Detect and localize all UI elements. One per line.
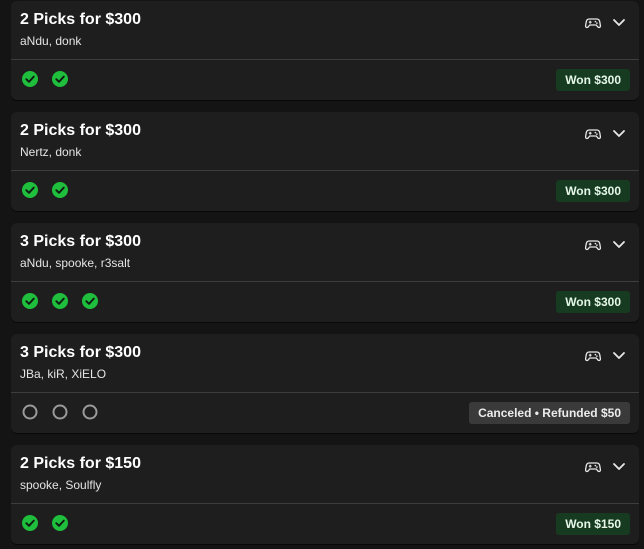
check-circle-icon [52,293,68,309]
entry-title: 2 Picks for $150 [20,455,141,472]
empty-circle-icon [52,404,68,420]
status-badge: Canceled • Refunded $50 [469,402,630,424]
entry-title: 3 Picks for $300 [20,233,141,250]
entry-header[interactable]: 2 Picks for $300 aNdu, donk [11,1,639,60]
empty-circle-icon [22,404,38,420]
chevron-down-icon[interactable] [611,14,627,30]
check-circle-icon [22,293,38,309]
entry-title: 2 Picks for $300 [20,11,141,28]
entry-card[interactable]: 2 Picks for $300 aNdu, donk Won $300 [11,1,639,100]
check-circle-icon [22,515,38,531]
entry-players: aNdu, spooke, r3salt [20,256,131,270]
check-circle-icon [52,515,68,531]
chevron-down-icon[interactable] [611,236,627,252]
check-circle-icon [52,71,68,87]
gamepad-icon [585,129,601,140]
entry-footer: Won $300 [11,171,639,211]
check-circle-icon [82,293,98,309]
chevron-down-icon[interactable] [611,347,627,363]
entry-players: Nertz, donk [20,145,82,159]
entry-header[interactable]: 2 Picks for $300 Nertz, donk [11,112,639,171]
entry-card[interactable]: 3 Picks for $300 aNdu, spooke, r3salt Wo… [11,223,639,322]
entry-footer: Canceled • Refunded $50 [11,393,639,433]
gamepad-icon [585,240,601,251]
check-circle-icon [22,71,38,87]
entry-footer: Won $300 [11,282,639,322]
entry-header[interactable]: 2 Picks for $150 spooke, Soulfly [11,445,639,504]
entry-card[interactable]: 2 Picks for $300 Nertz, donk Won $300 [11,112,639,211]
entry-players: spooke, Soulfly [20,478,102,492]
gamepad-icon [585,18,601,29]
status-badge: Won $300 [556,291,630,313]
gamepad-icon [585,351,601,362]
entry-header[interactable]: 3 Picks for $300 aNdu, spooke, r3salt [11,223,639,282]
entry-players: JBa, kiR, XiELO [20,367,107,381]
entry-footer: Won $150 [11,504,639,544]
entry-footer: Won $300 [11,60,639,100]
status-badge: Won $150 [556,513,630,535]
entry-title: 2 Picks for $300 [20,122,141,139]
entry-header[interactable]: 3 Picks for $300 JBa, kiR, XiELO [11,334,639,393]
entry-card[interactable]: 3 Picks for $300 JBa, kiR, XiELO Cancele… [11,334,639,433]
check-circle-icon [22,182,38,198]
entry-card[interactable]: 2 Picks for $150 spooke, Soulfly Won $15… [11,445,639,544]
entries-list: 2 Picks for $300 aNdu, donk Won $300 2 P… [0,0,644,549]
check-circle-icon [52,182,68,198]
status-badge: Won $300 [556,69,630,91]
chevron-down-icon[interactable] [611,125,627,141]
gamepad-icon [585,462,601,473]
empty-circle-icon [82,404,98,420]
chevron-down-icon[interactable] [611,458,627,474]
entry-players: aNdu, donk [20,34,82,48]
entry-title: 3 Picks for $300 [20,344,141,361]
status-badge: Won $300 [556,180,630,202]
